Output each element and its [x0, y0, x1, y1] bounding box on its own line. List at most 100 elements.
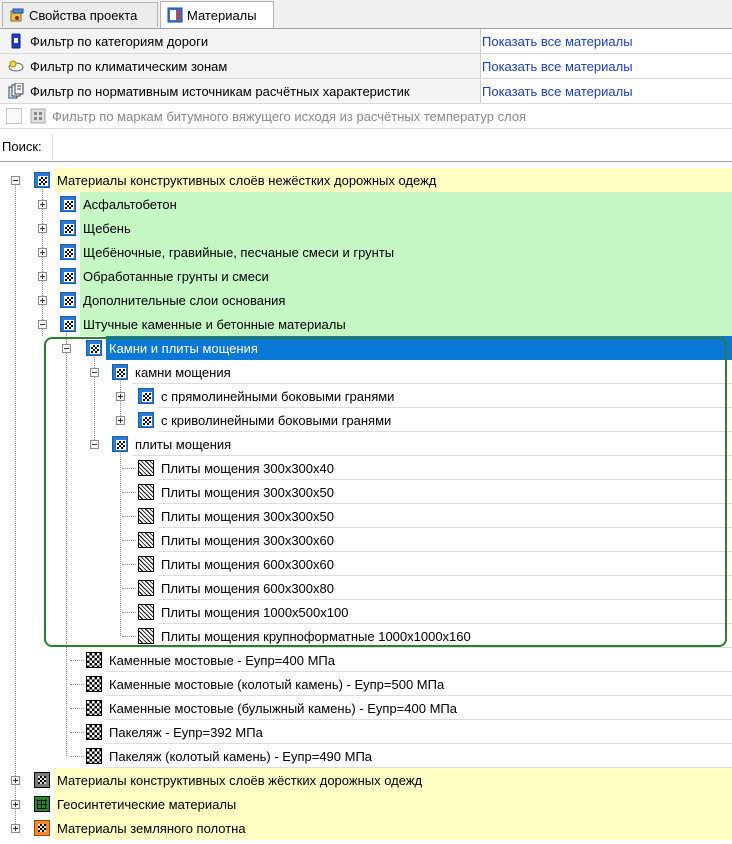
tree-connector	[122, 492, 136, 493]
filter-normative-sources[interactable]: Фильтр по нормативным источникам расчётн…	[0, 79, 481, 103]
tree-item[interactable]: с прямолинейными боковыми гранями	[158, 384, 397, 408]
tree-item[interactable]: Дополнительные слои основания	[80, 288, 288, 312]
tree-connector	[70, 708, 84, 709]
collapse-icon[interactable]	[90, 368, 99, 377]
tree-connector	[122, 588, 136, 589]
collapse-icon[interactable]	[62, 344, 71, 353]
tree-item-label: Дополнительные слои основания	[83, 292, 286, 308]
folder-icon	[60, 220, 76, 236]
tree-item[interactable]: Плиты мощения 600x300x80	[158, 576, 337, 600]
road-category-icon	[8, 33, 24, 49]
folder-icon	[138, 412, 154, 428]
tab-label: Свойства проекта	[29, 7, 138, 23]
tree-connector	[70, 684, 84, 685]
filter-bitumen-row: Фильтр по маркам битумного вяжущего исхо…	[0, 104, 732, 129]
checkered-material-icon	[86, 676, 102, 692]
tab-bar: Свойства проекта Материалы	[0, 0, 732, 29]
paving-slab-icon	[138, 460, 154, 476]
collapse-icon[interactable]	[11, 176, 20, 185]
expand-icon[interactable]	[11, 824, 20, 833]
materials-icon	[167, 7, 183, 23]
tree-item[interactable]: Плиты мощения 300x300x60	[158, 528, 337, 552]
tree-item[interactable]: Плиты мощения крупноформатные 1000x1000x…	[158, 624, 474, 648]
tree-item[interactable]: с криволинейными боковыми гранями	[158, 408, 394, 432]
tree-item[interactable]: Каменные мостовые - Eупр=400 МПа	[106, 648, 338, 672]
tree-item[interactable]: плиты мощения	[132, 432, 234, 456]
filter-road-category[interactable]: Фильтр по категориям дороги	[0, 29, 481, 53]
tree-item[interactable]: Асфальтобетон	[80, 192, 180, 216]
tree-item-label: Штучные каменные и бетонные материалы	[83, 316, 346, 332]
tree-connector	[122, 540, 136, 541]
tree-item[interactable]: Плиты мощения 600x300x60	[158, 552, 337, 576]
show-all-materials-link[interactable]: Показать все материалы	[482, 79, 633, 103]
collapse-icon[interactable]	[90, 440, 99, 449]
tree-connector	[120, 444, 121, 636]
tree-item[interactable]: камни мощения	[132, 360, 234, 384]
filter-climate-zone[interactable]: Фильтр по климатическим зонам	[0, 54, 481, 78]
tree-item-label: Плиты мощения 300x300x50	[161, 508, 334, 524]
folder-icon	[60, 196, 76, 212]
paving-slab-icon	[138, 604, 154, 620]
folder-icon	[60, 292, 76, 308]
tree-item[interactable]: Геосинтетические материалы	[54, 792, 239, 816]
folder-icon	[60, 268, 76, 284]
normative-sources-icon	[8, 82, 24, 99]
tree-item-label: Плиты мощения 600x300x80	[161, 580, 334, 596]
tree-item[interactable]: Пакеляж - Eупр=392 МПа	[106, 720, 266, 744]
expand-icon[interactable]	[38, 200, 47, 209]
tree-item[interactable]: Каменные мостовые (колотый камень) - Eуп…	[106, 672, 447, 696]
tree-connector	[70, 660, 84, 661]
tree-connector	[122, 516, 136, 517]
tree-item-label: камни мощения	[135, 364, 231, 380]
paving-slab-icon	[138, 580, 154, 596]
show-all-materials-link[interactable]: Показать все материалы	[482, 29, 633, 53]
tree-connector	[15, 180, 16, 828]
expand-icon[interactable]	[11, 800, 20, 809]
expand-icon[interactable]	[116, 392, 125, 401]
expand-icon[interactable]	[116, 416, 125, 425]
tree-item[interactable]: Материалы конструктивных слоёв нежёстких…	[54, 168, 439, 192]
geosynthetics-icon	[34, 796, 50, 812]
tree-item[interactable]: Материалы конструктивных слоёв жёстких д…	[54, 768, 425, 792]
tree-item-label: Плиты мощения 300x300x40	[161, 460, 334, 476]
tree-item[interactable]: Плиты мощения 1000x500x100	[158, 600, 351, 624]
expand-icon[interactable]	[38, 224, 47, 233]
tree-connector	[122, 636, 136, 637]
tree-item[interactable]: Плиты мощения 300x300x50	[158, 504, 337, 528]
tree-item-label: Пакеляж (колотый камень) - Eупр=490 МПа	[109, 748, 373, 764]
tree-item[interactable]: Обработанные грунты и смеси	[80, 264, 272, 288]
expand-icon[interactable]	[38, 272, 47, 281]
tree-connector	[70, 756, 84, 757]
tree-item-label: Каменные мостовые (булыжный камень) - Eу…	[109, 700, 457, 716]
tab-materials[interactable]: Материалы	[160, 1, 274, 28]
paving-slab-icon	[138, 508, 154, 524]
tree-item[interactable]: Плиты мощения 300x300x50	[158, 480, 337, 504]
search-input[interactable]	[52, 134, 732, 160]
show-all-materials-link[interactable]: Показать все материалы	[482, 54, 633, 78]
filters-panel: Фильтр по категориям дороги Показать все…	[0, 29, 732, 129]
tree-item-label: Материалы конструктивных слоёв жёстких д…	[57, 772, 423, 788]
tree-item[interactable]: Штучные каменные и бетонные материалы	[80, 312, 349, 336]
tree-connector	[94, 348, 95, 444]
folder-icon	[112, 436, 128, 452]
tree-item[interactable]: Щебёночные, гравийные, песчаные смеси и …	[80, 240, 397, 264]
tree-item[interactable]: Плиты мощения 300x300x40	[158, 456, 337, 480]
tree-item-label: Плиты мощения крупноформатные 1000x1000x…	[161, 628, 471, 644]
tree-item[interactable]: Камни и плиты мощения	[106, 336, 261, 360]
expand-icon[interactable]	[38, 296, 47, 305]
tree-item-label: Плиты мощения 300x300x60	[161, 532, 334, 548]
tree-item-label: Пакеляж - Eупр=392 МПа	[109, 724, 263, 740]
search-label: Поиск:	[2, 138, 42, 154]
paving-slab-icon	[138, 556, 154, 572]
expand-icon[interactable]	[38, 248, 47, 257]
tree-item[interactable]: Каменные мостовые (булыжный камень) - Eу…	[106, 696, 460, 720]
expand-icon[interactable]	[11, 776, 20, 785]
checkered-material-icon	[86, 748, 102, 764]
tab-project-properties[interactable]: Свойства проекта	[2, 2, 158, 27]
tree-item[interactable]: Материалы земляного полотна	[54, 816, 249, 840]
rigid-materials-icon	[34, 772, 50, 788]
collapse-icon[interactable]	[38, 320, 47, 329]
tree-item[interactable]: Щебень	[80, 216, 134, 240]
tree-item[interactable]: Пакеляж (колотый камень) - Eупр=490 МПа	[106, 744, 375, 768]
filter-bitumen: Фильтр по маркам битумного вяжущего исхо…	[0, 104, 732, 128]
